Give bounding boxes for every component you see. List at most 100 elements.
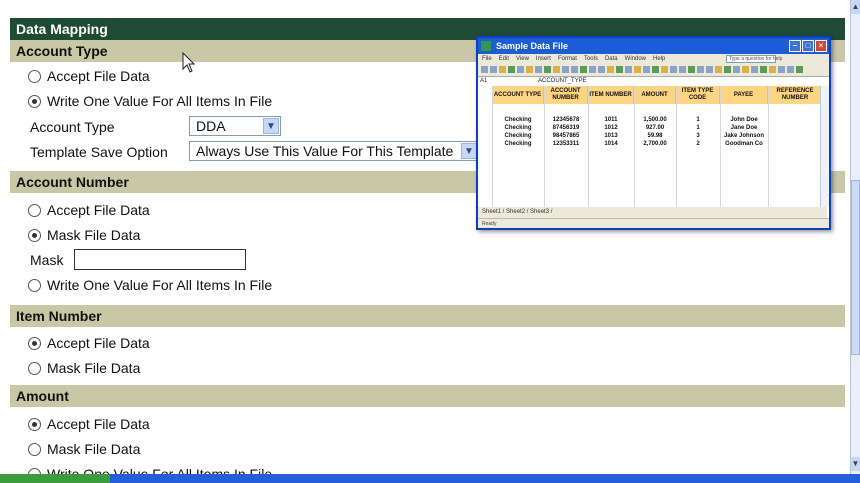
table-cell[interactable]: 1013 (588, 132, 634, 140)
scroll-down-icon[interactable]: ▼ (851, 457, 860, 471)
table-cell[interactable]: 1 (676, 124, 720, 132)
toolbar-icon[interactable] (589, 66, 596, 73)
toolbar-icon[interactable] (481, 66, 488, 73)
maximize-icon[interactable]: □ (802, 40, 814, 52)
account-type-write-one-radio[interactable]: Write One Value For All Items In File (28, 91, 272, 111)
scroll-up-icon[interactable]: ▲ (851, 0, 860, 14)
toolbar-icon[interactable] (625, 66, 632, 73)
table-cell[interactable]: 1 (676, 116, 720, 124)
toolbar-icon[interactable] (607, 66, 614, 73)
toolbar-icon[interactable] (598, 66, 605, 73)
account-number-write-one-radio[interactable]: Write One Value For All Items In File (28, 275, 272, 295)
toolbar-icon[interactable] (634, 66, 641, 73)
close-icon[interactable]: × (815, 40, 827, 52)
menu-window[interactable]: Window (625, 54, 646, 64)
table-cell[interactable]: Goodman Co (720, 140, 768, 148)
table-cell[interactable]: 12345678 (544, 116, 588, 124)
toolbar-icon[interactable] (553, 66, 560, 73)
toolbar-icon[interactable] (724, 66, 731, 73)
scroll-thumb[interactable] (851, 180, 860, 355)
radio-checked-icon[interactable] (28, 417, 41, 431)
table-cell[interactable]: Checking (492, 140, 544, 148)
table-cell[interactable]: 1,500.00 (634, 116, 676, 124)
table-cell[interactable]: 2,700.00 (634, 140, 676, 148)
radio-checked-icon[interactable] (28, 94, 41, 108)
sheet-scrollbar[interactable] (820, 86, 829, 207)
sheet-tabs[interactable]: Sheet1 / Sheet2 / Sheet3 / (478, 207, 827, 218)
account-number-accept-radio[interactable]: Accept File Data (28, 200, 150, 220)
minimize-icon[interactable]: – (789, 40, 801, 52)
toolbar-icon[interactable] (535, 66, 542, 73)
start-button[interactable] (0, 474, 110, 483)
item-number-accept-radio[interactable]: Accept File Data (28, 333, 150, 353)
table-cell[interactable]: 12353311 (544, 140, 588, 148)
table-cell[interactable]: 1011 (588, 116, 634, 124)
table-cell[interactable]: 98457865 (544, 132, 588, 140)
toolbar-icon[interactable] (796, 66, 803, 73)
menu-file[interactable]: File (482, 54, 492, 64)
toolbar-icon[interactable] (670, 66, 677, 73)
toolbar-icon[interactable] (679, 66, 686, 73)
toolbar-icon[interactable] (571, 66, 578, 73)
toolbar-icon[interactable] (508, 66, 515, 73)
toolbar-icon[interactable] (760, 66, 767, 73)
table-cell[interactable]: 2 (676, 140, 720, 148)
table-cell[interactable]: Jane Doe (720, 124, 768, 132)
radio-icon[interactable] (28, 361, 41, 375)
table-cell[interactable]: Checking (492, 116, 544, 124)
radio-icon[interactable] (28, 442, 41, 456)
amount-accept-radio[interactable]: Accept File Data (28, 414, 150, 434)
toolbar-icon[interactable] (742, 66, 749, 73)
name-box[interactable]: A1 (480, 77, 530, 86)
toolbar-icon[interactable] (562, 66, 569, 73)
toolbar-icon[interactable] (751, 66, 758, 73)
template-save-option-select[interactable]: Always Use This Value For This Template … (189, 141, 479, 161)
toolbar-icon[interactable] (787, 66, 794, 73)
formula-value[interactable]: ACCOUNT_TYPE (538, 77, 587, 86)
mask-input[interactable] (74, 249, 246, 270)
chevron-down-icon[interactable]: ▼ (461, 143, 477, 159)
account-type-select[interactable]: DDA ▼ (189, 116, 281, 136)
menu-format[interactable]: Format (558, 54, 577, 64)
window-titlebar[interactable]: Sample Data File – □ × (478, 38, 829, 54)
toolbar-icon[interactable] (769, 66, 776, 73)
toolbar-icon[interactable] (616, 66, 623, 73)
menu-data[interactable]: Data (605, 54, 618, 64)
toolbar-icon[interactable] (580, 66, 587, 73)
page-scrollbar[interactable]: ▲ ▼ (850, 0, 860, 483)
menu-edit[interactable]: Edit (499, 54, 509, 64)
table-cell[interactable]: Jake Johnson (720, 132, 768, 140)
menu-help[interactable]: Help (653, 54, 665, 64)
account-number-mask-radio[interactable]: Mask File Data (28, 225, 140, 245)
toolbar-icon[interactable] (499, 66, 506, 73)
radio-checked-icon[interactable] (28, 336, 41, 350)
menu-tools[interactable]: Tools (584, 54, 598, 64)
table-cell[interactable]: 87456319 (544, 124, 588, 132)
item-number-mask-radio[interactable]: Mask File Data (28, 358, 140, 378)
amount-mask-radio[interactable]: Mask File Data (28, 439, 140, 459)
table-cell[interactable]: 59.98 (634, 132, 676, 140)
table-cell[interactable]: 927.00 (634, 124, 676, 132)
table-cell[interactable]: Checking (492, 124, 544, 132)
radio-icon[interactable] (28, 69, 41, 83)
radio-checked-icon[interactable] (28, 228, 41, 242)
toolbar-icon[interactable] (706, 66, 713, 73)
radio-icon[interactable] (28, 203, 41, 217)
table-cell[interactable]: 1012 (588, 124, 634, 132)
toolbar-icon[interactable] (715, 66, 722, 73)
toolbar-icon[interactable] (490, 66, 497, 73)
toolbar-icon[interactable] (652, 66, 659, 73)
help-search-input[interactable]: Type a question for help (726, 55, 782, 63)
radio-icon[interactable] (28, 278, 41, 292)
account-type-accept-radio[interactable]: Accept File Data (28, 66, 150, 86)
chevron-down-icon[interactable]: ▼ (263, 118, 279, 134)
toolbar-icon[interactable] (643, 66, 650, 73)
toolbar-icon[interactable] (778, 66, 785, 73)
table-cell[interactable]: 3 (676, 132, 720, 140)
menu-view[interactable]: View (516, 54, 529, 64)
toolbar-icon[interactable] (526, 66, 533, 73)
table-cell[interactable]: Checking (492, 132, 544, 140)
toolbar-icon[interactable] (517, 66, 524, 73)
toolbar-icon[interactable] (661, 66, 668, 73)
sample-data-file-window[interactable]: Sample Data File – □ × File Edit View In… (476, 36, 831, 230)
